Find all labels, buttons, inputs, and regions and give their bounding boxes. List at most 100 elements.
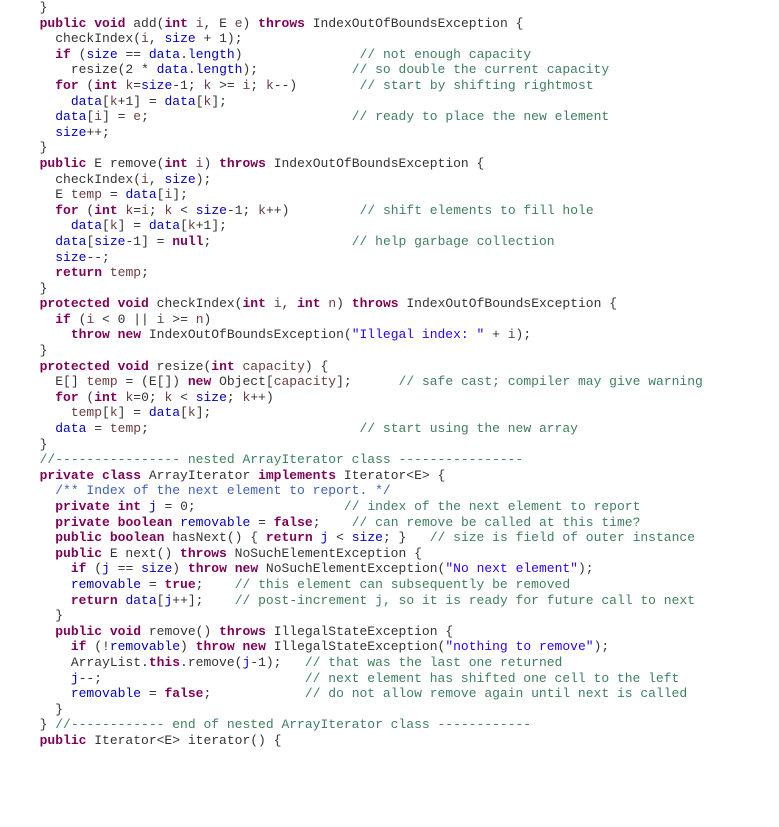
code-line: data[size-1] = null; // help garbage col…	[24, 234, 555, 249]
code-token: IndexOutOfBoundsException {	[266, 156, 484, 171]
code-token: [	[102, 405, 110, 420]
code-token: this	[149, 655, 180, 670]
code-token: return	[266, 530, 313, 545]
code-line: removable = false; // do not allow remov…	[24, 686, 687, 701]
code-token: // ready to place the new element	[352, 109, 609, 124]
code-token	[110, 327, 118, 342]
code-token: throws	[219, 156, 266, 171]
code-token: }	[40, 343, 48, 358]
code-token: ;	[313, 515, 321, 530]
code-token: data	[125, 187, 156, 202]
code-token: -1;	[172, 78, 203, 93]
code-line: checkIndex(i, size + 1);	[24, 31, 243, 46]
code-token: data	[71, 218, 102, 233]
code-token: --;	[86, 250, 109, 265]
code-token: if	[55, 47, 71, 62]
code-token: +	[484, 327, 507, 342]
code-token: ++];	[172, 593, 203, 608]
code-line: data[k+1] = data[k];	[24, 94, 227, 109]
code-token: size	[141, 78, 172, 93]
code-token: public	[40, 16, 87, 31]
code-token: return	[71, 593, 118, 608]
code-token: throw	[188, 561, 227, 576]
code-token: ;	[204, 234, 212, 249]
code-token: length	[188, 47, 235, 62]
code-token	[188, 156, 196, 171]
code-line: }	[24, 281, 47, 296]
code-token: data	[164, 94, 195, 109]
code-token: );	[242, 62, 258, 77]
code-line: if (j == size) throw new NoSuchElementEx…	[24, 561, 594, 576]
code-token: = (E[])	[118, 374, 188, 389]
code-token: data	[125, 593, 156, 608]
code-token: ; }	[383, 530, 406, 545]
code-token: .	[188, 62, 196, 77]
code-token: int	[297, 296, 320, 311]
code-line: public void add(int i, E e) throws Index…	[24, 16, 523, 31]
code-line: if (size == data.length) // not enough c…	[24, 47, 531, 62]
code-token: // shift elements to fill hole	[360, 203, 594, 218]
code-token: IllegalStateException {	[266, 624, 453, 639]
code-token: )	[203, 156, 219, 171]
code-token: ,	[149, 31, 165, 46]
code-token	[313, 530, 321, 545]
code-token: ];	[211, 94, 227, 109]
code-token: void	[118, 359, 149, 374]
code-token: i	[94, 109, 102, 124]
code-token: // help garbage collection	[352, 234, 555, 249]
code-token: protected	[40, 296, 110, 311]
code-token: k	[188, 218, 196, 233]
code-line: }	[24, 343, 47, 358]
code-line: j--; // next element has shifted one cel…	[24, 671, 679, 686]
code-line: public boolean hasNext() { return j < si…	[24, 530, 695, 545]
code-token: >=	[211, 78, 242, 93]
code-token: }	[40, 437, 48, 452]
code-token: ];	[336, 374, 352, 389]
code-token: // that was the last one returned	[305, 655, 562, 670]
code-token	[266, 296, 274, 311]
code-token: [	[102, 94, 110, 109]
code-token: return	[55, 265, 102, 280]
code-token: for	[55, 203, 78, 218]
code-token: k	[110, 94, 118, 109]
code-token: NoSuchElementException {	[227, 546, 422, 561]
code-token: e	[235, 16, 243, 31]
code-token: ==	[118, 47, 149, 62]
code-token: "nothing to remove"	[445, 639, 593, 654]
code-line: size++;	[24, 125, 110, 140]
code-token: temp	[110, 265, 141, 280]
code-token: capacity	[243, 359, 305, 374]
code-token: (	[79, 390, 95, 405]
code-token: Iterator<E> {	[336, 468, 445, 483]
code-token: )	[336, 296, 352, 311]
code-token: E	[55, 187, 71, 202]
code-token: [	[180, 218, 188, 233]
code-token: remove()	[141, 624, 219, 639]
code-token: + 1);	[196, 31, 243, 46]
code-token: throw	[71, 327, 110, 342]
code-token: implements	[258, 468, 336, 483]
code-line: //---------------- nested ArrayIterator …	[24, 452, 523, 467]
code-token: );	[578, 561, 594, 576]
code-line: return temp;	[24, 265, 149, 280]
code-token: length	[196, 62, 243, 77]
code-token: public	[40, 156, 87, 171]
code-token: removable	[71, 686, 141, 701]
code-token: ,	[149, 172, 165, 187]
code-token: (	[71, 47, 87, 62]
code-token: data	[55, 109, 86, 124]
code-token: new	[188, 374, 211, 389]
code-token: void	[118, 296, 149, 311]
code-token: ++;	[86, 125, 109, 140]
code-line: data[k] = data[k+1];	[24, 218, 227, 233]
code-token: size	[55, 250, 86, 265]
code-token: j	[149, 499, 157, 514]
code-token: <	[328, 530, 351, 545]
code-token: int	[211, 359, 234, 374]
code-token: removable	[110, 639, 180, 654]
code-token: [	[180, 405, 188, 420]
code-token: ;	[227, 390, 243, 405]
code-token: if	[71, 639, 87, 654]
code-line: throw new IndexOutOfBoundsException("Ill…	[24, 327, 531, 342]
code-token: size	[86, 47, 117, 62]
